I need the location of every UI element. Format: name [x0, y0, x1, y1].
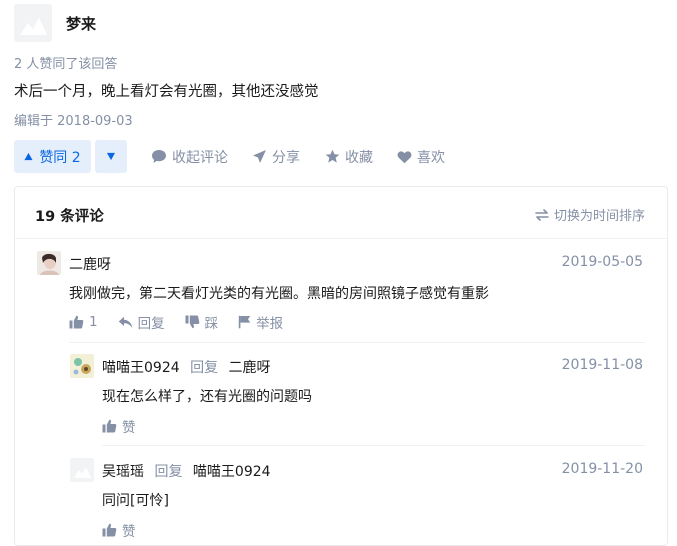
comments-header: 19 条评论 切换为时间排序 — [15, 187, 667, 239]
heart-icon — [397, 150, 412, 163]
edited-time[interactable]: 编辑于 2018-09-03 — [14, 110, 133, 129]
collapse-comments-label: 收起评论 — [172, 149, 228, 166]
comments-panel: 19 条评论 切换为时间排序 二鹿呀 2019-05-05 我刚做完，第二天看灯… — [14, 186, 668, 546]
comment-author[interactable]: 吴瑶瑶 — [102, 464, 144, 480]
comments-count: 19 条评论 — [35, 209, 104, 225]
thumbs-down-icon — [185, 315, 199, 329]
reply-to-word: 回复 — [154, 464, 183, 480]
likers-count[interactable]: 2 人赞同了该回答 — [14, 53, 117, 72]
comment-reply-button[interactable]: 回复 — [118, 312, 165, 332]
answer-content: 术后一个月，晚上看灯会有光圈，其他还没感觉 — [14, 84, 319, 100]
collapse-comments-button[interactable]: 收起评论 — [151, 140, 228, 173]
share-button[interactable]: 分享 — [252, 140, 300, 173]
paper-plane-icon — [253, 150, 266, 163]
comment-author-line: 喵喵王0924 回复 二鹿呀 — [102, 357, 271, 377]
reply-to-user[interactable]: 二鹿呀 — [229, 360, 271, 376]
comment-text: 现在怎么样了，还有光圈的问题吗 — [102, 389, 312, 405]
vote-up-label: 赞同 2 — [39, 149, 81, 166]
author-name[interactable]: 梦来 — [66, 13, 96, 34]
comment-report-button[interactable]: 举报 — [238, 312, 283, 332]
comment-actions: 赞 — [102, 416, 156, 436]
comment-avatar[interactable] — [70, 458, 94, 482]
switch-order-label: 切换为时间排序 — [553, 209, 645, 224]
thumbs-up-icon — [102, 523, 117, 537]
comment-like-button[interactable]: 1 — [69, 314, 98, 330]
collect-button[interactable]: 收藏 — [325, 140, 373, 173]
switch-order-button[interactable]: 切换为时间排序 — [535, 205, 645, 224]
triangle-up-icon — [24, 152, 33, 161]
thumbs-up-icon — [102, 419, 117, 433]
user-photo-icon — [70, 354, 94, 378]
comment-bubble-icon — [152, 150, 166, 163]
comment-divider — [102, 445, 645, 446]
comment-like-label: 赞 — [122, 524, 136, 540]
flag-icon — [238, 315, 251, 329]
comment-like-label: 赞 — [122, 420, 136, 436]
vote-up-button[interactable]: 赞同 2 — [14, 140, 91, 173]
star-icon — [325, 149, 340, 163]
collect-label: 收藏 — [345, 149, 373, 166]
user-photo-icon — [37, 251, 61, 275]
reply-arrow-icon — [118, 316, 132, 328]
comment-report-label: 举报 — [256, 316, 284, 332]
comment-avatar[interactable] — [37, 251, 61, 275]
comment-author[interactable]: 喵喵王0924 — [102, 360, 180, 376]
comment-divider — [69, 342, 645, 343]
comment-author-line: 吴瑶瑶 回复 喵喵王0924 — [102, 461, 271, 481]
like-button[interactable]: 喜欢 — [397, 140, 445, 173]
comment-date: 2019-11-08 — [561, 357, 643, 373]
default-avatar-icon — [14, 4, 52, 42]
default-avatar-icon — [70, 458, 94, 482]
author-avatar[interactable] — [14, 4, 52, 42]
comment-date: 2019-11-20 — [561, 461, 643, 477]
vote-down-button[interactable] — [95, 140, 127, 173]
comment-like-count: 1 — [89, 314, 98, 330]
comment-actions: 1 回复 踩 举报 — [69, 312, 303, 332]
comment-like-button[interactable]: 赞 — [102, 520, 136, 540]
triangle-down-icon — [106, 152, 116, 161]
comment-author[interactable]: 二鹿呀 — [69, 254, 111, 274]
swap-arrows-icon — [535, 208, 549, 221]
thumbs-up-icon — [69, 315, 84, 329]
comment-avatar[interactable] — [70, 354, 94, 378]
comment-text: 我刚做完，第二天看灯光类的有光圈。黑暗的房间照镜子感觉有重影 — [69, 286, 489, 302]
comment-dislike-button[interactable]: 踩 — [185, 312, 219, 332]
comment-actions: 赞 — [102, 520, 156, 540]
comment-text: 同问[可怜] — [102, 493, 169, 509]
comment-reply-label: 回复 — [137, 316, 165, 332]
comment-date: 2019-05-05 — [561, 254, 643, 270]
reply-to-word: 回复 — [190, 360, 219, 376]
share-label: 分享 — [272, 149, 300, 166]
like-label: 喜欢 — [417, 149, 445, 166]
comment-dislike-label: 踩 — [204, 316, 219, 332]
reply-to-user[interactable]: 喵喵王0924 — [193, 464, 271, 480]
comment-like-button[interactable]: 赞 — [102, 416, 136, 436]
